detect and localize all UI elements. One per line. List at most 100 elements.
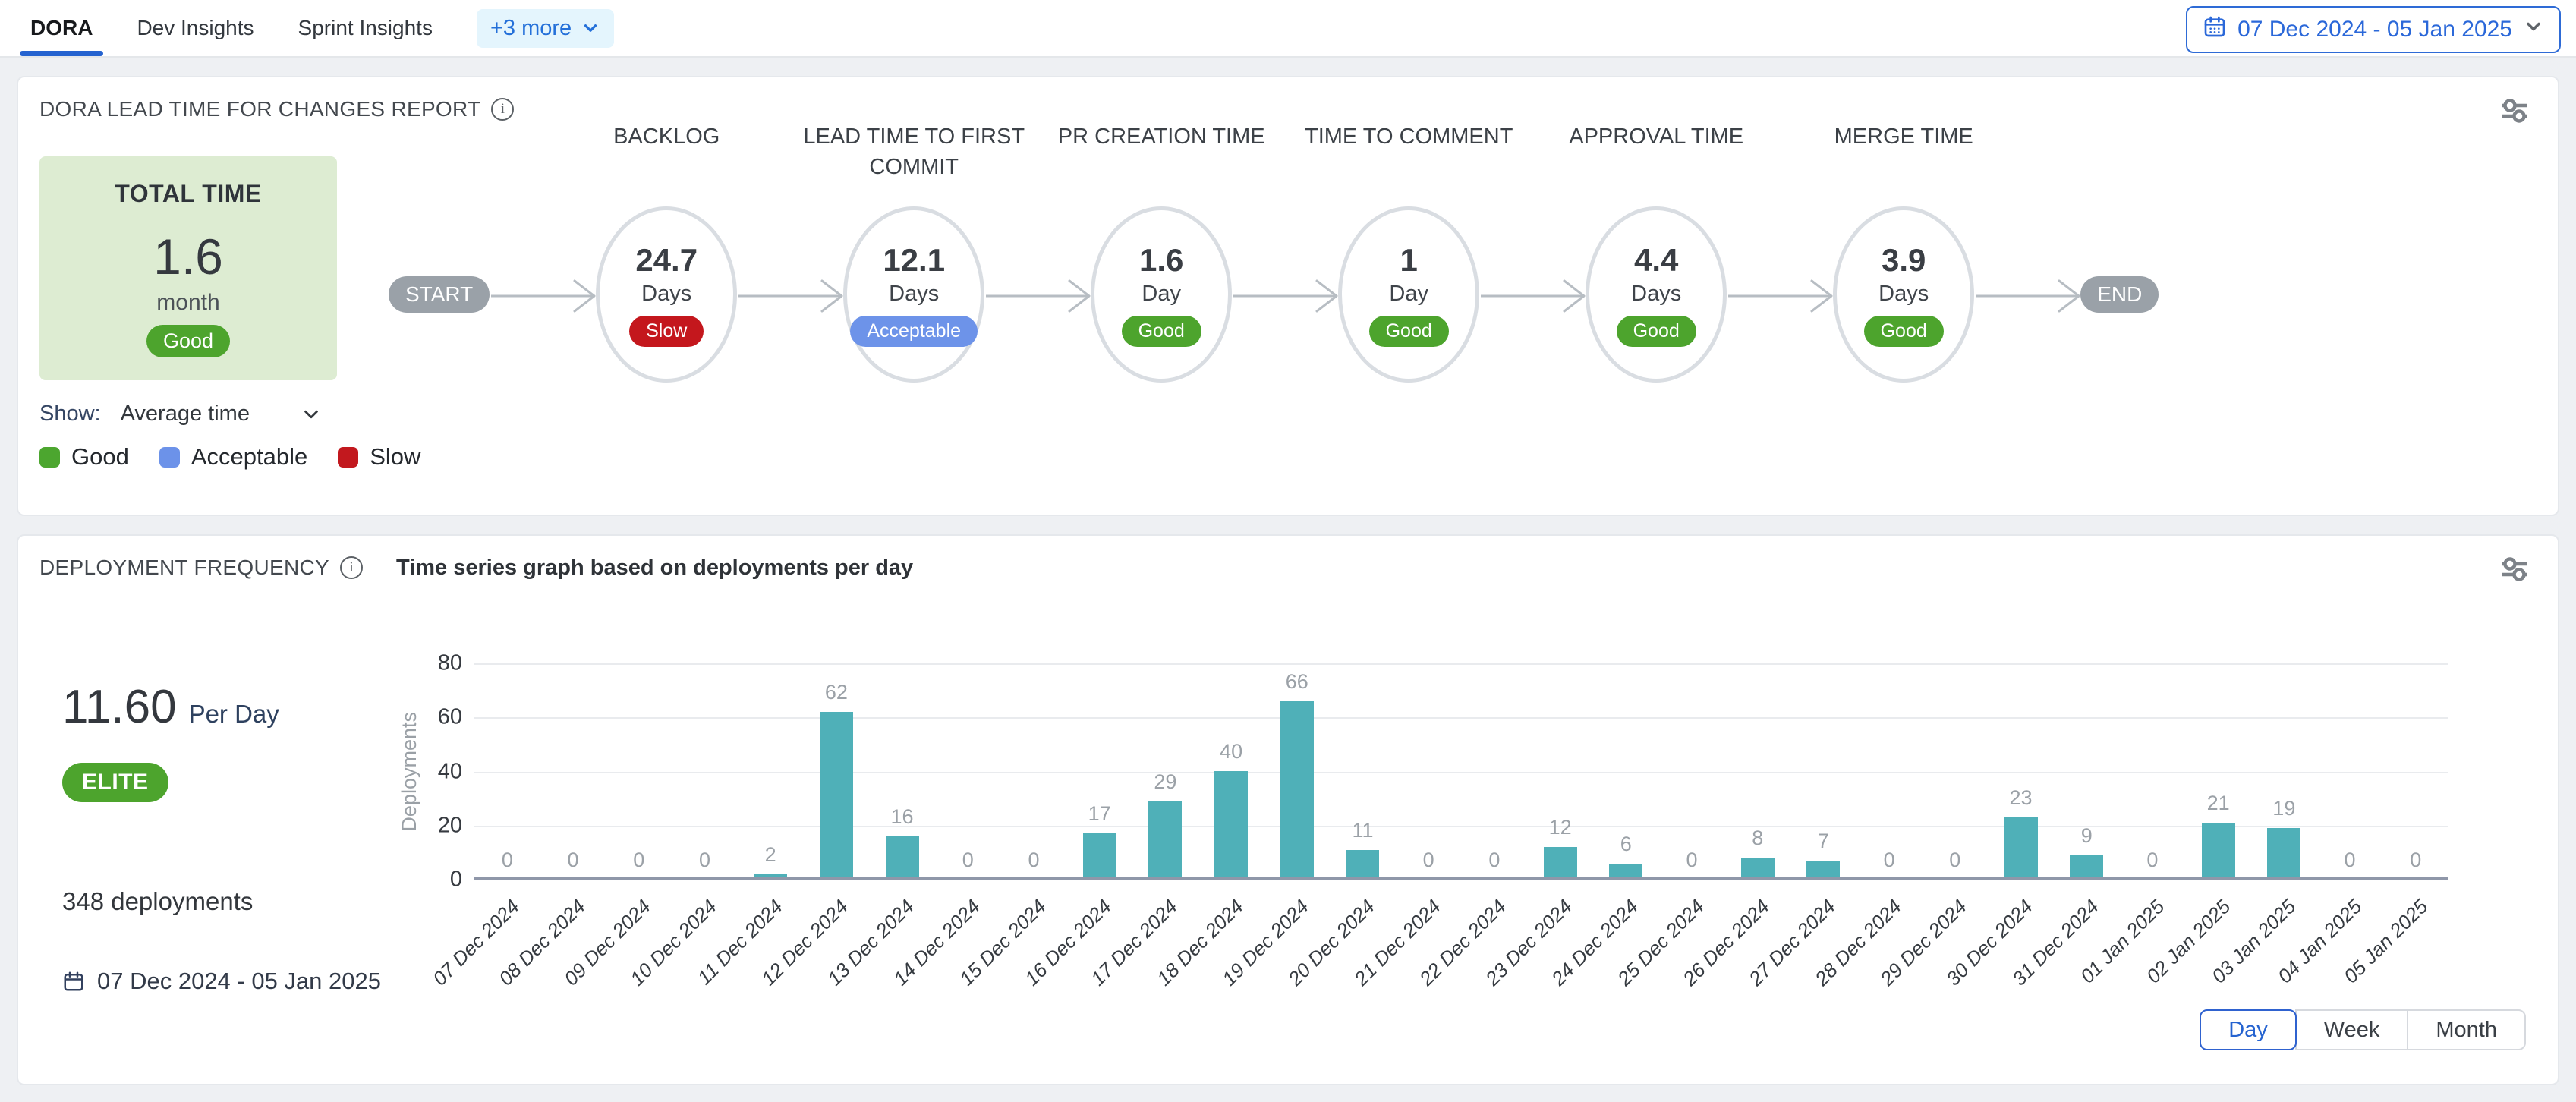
granularity-week[interactable]: Week <box>2295 1009 2409 1050</box>
deployment-bar[interactable] <box>2202 823 2235 880</box>
lead-time-panel-title: DORA LEAD TIME FOR CHANGES REPORT <box>39 97 480 121</box>
bar-slot-28-dec-2024: 028 Dec 2024 <box>1856 663 1923 880</box>
total-time-card: TOTAL TIME 1.6 month Good <box>39 156 337 380</box>
bar-slot-24-dec-2024: 624 Dec 2024 <box>1593 663 1659 880</box>
granularity-day[interactable]: Day <box>2200 1009 2297 1050</box>
deployment-bar[interactable] <box>1214 771 1248 880</box>
legend-label: Acceptable <box>191 443 307 471</box>
stage-circle[interactable]: 1DayGood <box>1338 206 1479 383</box>
bar-value-label: 6 <box>1620 833 1632 856</box>
date-range-picker[interactable]: 07 Dec 2024 - 05 Jan 2025 <box>2186 6 2561 53</box>
stage-name: TIME TO COMMENT <box>1280 121 1538 152</box>
dashboard: DORA LEAD TIME FOR CHANGES REPORT i TOTA… <box>0 76 2576 1085</box>
legend-swatch <box>338 447 358 468</box>
bar-value-label: 21 <box>2207 792 2230 815</box>
chevron-down-icon <box>581 18 600 38</box>
total-time-unit: month <box>156 290 219 316</box>
deployment-bar[interactable] <box>2267 828 2300 880</box>
deployment-bar[interactable] <box>2070 855 2103 880</box>
chart-subtitle: Time series graph based on deployments p… <box>396 556 913 581</box>
deployment-bar[interactable] <box>1148 801 1182 880</box>
stage-circle[interactable]: 1.6DayGood <box>1091 206 1232 383</box>
bar-slot-31-dec-2024: 931 Dec 2024 <box>2054 663 2120 880</box>
stage-name: LEAD TIME TO FIRST COMMIT <box>785 121 1043 182</box>
bar-value-label: 0 <box>962 849 974 872</box>
date-range-text: 07 Dec 2024 - 05 Jan 2025 <box>2237 17 2512 43</box>
stage-circle[interactable]: 24.7DaysSlow <box>596 206 737 383</box>
status-legend: GoodAcceptableSlow <box>39 443 2537 471</box>
stage-value: 4.4 <box>1634 242 1678 279</box>
flow-arrow-icon <box>1232 275 1338 321</box>
show-dropdown[interactable]: Show: Average time <box>39 401 389 427</box>
deployment-rate: 11.60 <box>62 680 177 734</box>
legend-item-slow: Slow <box>338 443 420 471</box>
bar-slot-04-jan-2025: 004 Jan 2025 <box>2317 663 2383 880</box>
bar-value-label: 0 <box>699 849 710 872</box>
x-axis-line <box>474 877 2448 880</box>
stage-circle[interactable]: 3.9DaysGood <box>1833 206 1974 383</box>
bar-value-label: 8 <box>1752 826 1763 850</box>
lead-time-flow: STARTBACKLOG24.7DaysSlowLEAD TIME TO FIR… <box>389 121 2159 383</box>
deployment-bar[interactable] <box>1280 701 1314 880</box>
bar-value-label: 19 <box>2272 797 2295 820</box>
bar-slot-12-dec-2024: 6212 Dec 2024 <box>804 663 870 880</box>
flow-arrow-icon <box>1974 275 2080 321</box>
show-label: Show: <box>39 401 101 427</box>
tab-dora[interactable]: DORA <box>30 0 93 56</box>
sliders-icon[interactable] <box>2497 554 2532 588</box>
bar-slot-05-jan-2025: 005 Jan 2025 <box>2382 663 2448 880</box>
stage-value: 1.6 <box>1139 242 1183 279</box>
tab-sprint-insights[interactable]: Sprint Insights <box>298 0 433 56</box>
bar-value-label: 0 <box>1884 849 1895 872</box>
deployment-bar[interactable] <box>2004 817 2038 880</box>
y-axis-ticks: 020406080 <box>426 663 474 880</box>
legend-label: Slow <box>370 443 420 471</box>
sliders-icon[interactable] <box>2497 96 2532 130</box>
bar-value-label: 29 <box>1154 770 1176 794</box>
flow-start-pill: START <box>389 276 490 313</box>
deployment-bar[interactable] <box>1083 833 1116 880</box>
granularity-month[interactable]: Month <box>2407 1009 2526 1050</box>
bar-slot-30-dec-2024: 2330 Dec 2024 <box>1988 663 2054 880</box>
y-tick-label: 40 <box>438 759 462 784</box>
bar-value-label: 0 <box>1423 849 1434 872</box>
stage-value: 1 <box>1400 242 1418 279</box>
bar-slot-10-dec-2024: 010 Dec 2024 <box>672 663 738 880</box>
flow-arrow-icon <box>737 275 843 321</box>
flow-end-pill: END <box>2080 276 2159 313</box>
stage-lead-time-to-first-commit: LEAD TIME TO FIRST COMMIT12.1DaysAccepta… <box>843 121 984 383</box>
bar-value-label: 0 <box>1488 849 1500 872</box>
stats-date-range: 07 Dec 2024 - 05 Jan 2025 <box>97 968 381 995</box>
total-time-label: TOTAL TIME <box>115 180 261 208</box>
more-tabs-button[interactable]: +3 more <box>477 9 614 48</box>
deployment-bar[interactable] <box>820 712 853 880</box>
bar-slot-27-dec-2024: 727 Dec 2024 <box>1790 663 1856 880</box>
stage-name: PR CREATION TIME <box>1032 121 1290 152</box>
stage-value: 3.9 <box>1882 242 1926 279</box>
info-icon[interactable]: i <box>491 98 514 121</box>
bar-value-label: 9 <box>2081 824 2093 848</box>
deployment-bar[interactable] <box>886 836 919 880</box>
status-badge: Good <box>146 325 230 357</box>
elite-badge: ELITE <box>62 763 168 802</box>
stage-circle[interactable]: 12.1DaysAcceptable <box>843 206 984 383</box>
status-badge: Good <box>1122 316 1201 347</box>
stage-approval-time: APPROVAL TIME4.4DaysGood <box>1586 121 1727 383</box>
info-icon[interactable]: i <box>340 556 363 579</box>
chevron-down-icon <box>300 403 323 426</box>
bar-slot-07-dec-2024: 007 Dec 2024 <box>474 663 540 880</box>
deployments-chart: Deployments 020406080 007 Dec 2024008 De… <box>392 595 2537 995</box>
total-deployments: 348 deployments <box>62 887 392 916</box>
deployment-bar[interactable] <box>1544 847 1577 880</box>
stage-circle[interactable]: 4.4DaysGood <box>1586 206 1727 383</box>
stage-unit: Days <box>889 282 939 307</box>
bar-value-label: 40 <box>1220 740 1242 764</box>
stage-unit: Days <box>1631 282 1681 307</box>
stage-value: 12.1 <box>883 242 945 279</box>
deployment-bar[interactable] <box>1346 850 1379 880</box>
status-badge: Good <box>1864 316 1944 347</box>
tab-dev-insights[interactable]: Dev Insights <box>137 0 254 56</box>
stage-name: MERGE TIME <box>1775 121 2033 152</box>
deployment-bar[interactable] <box>1741 858 1775 880</box>
flow-arrow-icon <box>1727 275 1833 321</box>
